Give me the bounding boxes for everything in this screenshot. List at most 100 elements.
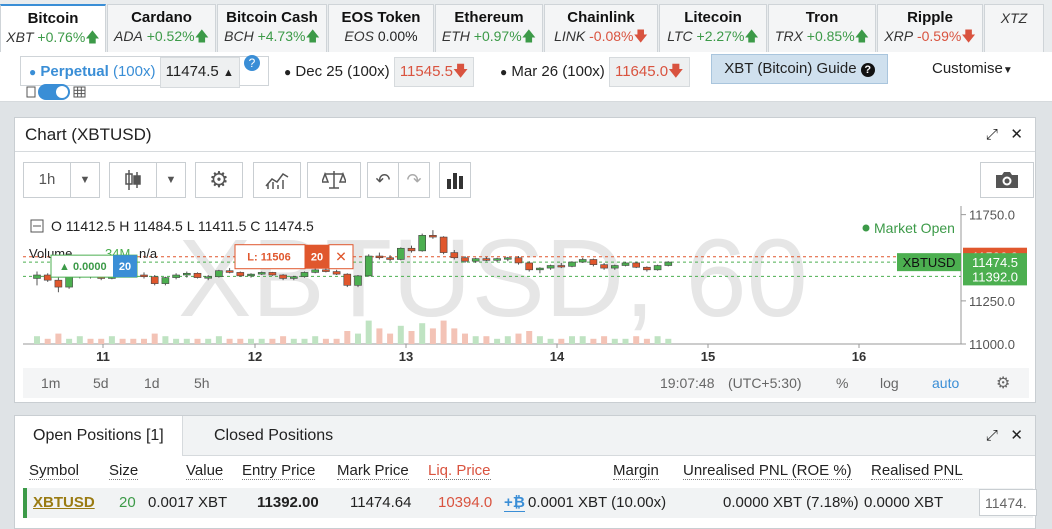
undo-icon[interactable]: ↶ [367, 162, 399, 198]
candle [375, 255, 384, 259]
ticker-change: +4.73% [257, 28, 306, 44]
col-unrealised-pnl[interactable]: Unrealised PNL (ROE %) [683, 462, 852, 480]
scale-percent[interactable]: % [836, 375, 848, 391]
range-1m[interactable]: 1m [41, 375, 60, 391]
col-mark-price[interactable]: Mark Price [337, 462, 409, 480]
candlestick-chart[interactable]: XBTUSD, 60 11000.0 11250.0 11750.0 11 12 13 14 1… [23, 206, 1029, 366]
volume-bar [429, 328, 436, 344]
row-symbol[interactable]: XBTUSD [33, 494, 95, 511]
indicators-icon[interactable] [253, 162, 301, 198]
col-value[interactable]: Value [186, 462, 224, 480]
redo-icon[interactable]: ↷ [398, 162, 430, 198]
volume-bar [119, 338, 126, 344]
col-liq-price[interactable]: Liq. Price [428, 462, 491, 480]
ticker-name: Litecoin [684, 9, 742, 26]
candle [33, 274, 41, 279]
guide-label: XBT (Bitcoin) Guide [724, 60, 857, 77]
range-5d[interactable]: 5d [93, 375, 109, 391]
contract-dec[interactable]: ● Dec 25 (100x) 11545.5🡇 [284, 57, 475, 87]
close-price-input[interactable] [979, 489, 1037, 516]
add-margin-icon[interactable]: +₿ [504, 494, 525, 512]
scale-log[interactable]: log [880, 375, 899, 391]
candle [525, 262, 534, 271]
ticker-stats: EOS 0.00% [329, 27, 433, 45]
tab-open-positions[interactable]: Open Positions [1] [15, 416, 183, 456]
help-icon[interactable]: ? [244, 55, 260, 71]
guide-button[interactable]: XBT (Bitcoin) Guide ? [711, 54, 888, 84]
col-size[interactable]: Size [109, 462, 139, 480]
col-realised-pnl[interactable]: Realised PNL [871, 462, 963, 480]
ticker-symbol: TRX [774, 28, 803, 44]
ticker-tab[interactable]: Bitcoin Cash BCH +4.73%🡅 [217, 4, 327, 52]
volume-bar [504, 336, 511, 344]
ticker-name: Chainlink [567, 9, 635, 26]
customise-dropdown[interactable]: Customise▼ [932, 60, 1013, 77]
scale-auto[interactable]: auto [932, 375, 959, 391]
clock-timezone[interactable]: (UTC+5:30) [728, 375, 802, 391]
ticker-tab[interactable]: XTZ [984, 4, 1044, 52]
volume-na: n/a [139, 246, 158, 261]
tab-closed-positions[interactable]: Closed Positions [196, 416, 351, 456]
ticker-stats: XTZ [985, 9, 1043, 27]
compare-scale-icon[interactable] [307, 162, 361, 198]
ticker-tab[interactable]: Ripple XRP -0.59%🡇 [877, 4, 983, 52]
range-5h[interactable]: 5h [194, 375, 210, 391]
range-1d[interactable]: 1d [144, 375, 160, 391]
candle [557, 265, 566, 268]
settings-gear-icon[interactable]: ⚙ [195, 162, 243, 198]
expand-icon[interactable]: ⤢ [986, 427, 998, 444]
contract-mar[interactable]: ● Mar 26 (100x) 11645.0🡇 [500, 57, 690, 87]
candle [257, 272, 266, 275]
ticker-name: Bitcoin Cash [226, 9, 318, 26]
volume-bar [643, 338, 650, 344]
ticker-tab[interactable]: EOS Token EOS 0.00% [328, 4, 434, 52]
candle [268, 272, 277, 276]
volume-bars-icon[interactable] [439, 162, 471, 198]
ticker-tabs: Bitcoin XBT +0.76%🡅 Cardano ADA +0.52%🡅 Bitc… [0, 0, 1052, 52]
close-icon[interactable]: ✕ [1010, 427, 1023, 444]
candle [568, 261, 576, 267]
volume-bar [173, 338, 180, 344]
ticker-arrow-icon: 🡇 [961, 28, 976, 44]
chart-toolbar: 1h ▼ ▼ ⚙ ↶ ↷ [23, 162, 1034, 198]
ticker-tab[interactable]: Litecoin LTC +2.27%🡅 [659, 4, 767, 52]
volume-bar [665, 338, 672, 344]
contract-perpetual[interactable]: ● Perpetual (100x) 11474.5 ▲ ? [20, 55, 269, 88]
question-icon: ? [860, 63, 875, 77]
interval-select[interactable]: 1h [23, 162, 71, 198]
ticker-stats: LINK -0.08%🡇 [545, 27, 657, 45]
row-realised-pnl: 0.0000 XBT [864, 494, 944, 511]
candle [311, 269, 320, 273]
col-entry-price[interactable]: Entry Price [242, 462, 316, 480]
interval-caret-icon[interactable]: ▼ [70, 162, 100, 198]
ticker-tab[interactable]: Cardano ADA +0.52%🡅 [107, 4, 216, 52]
volume-bar [194, 338, 201, 344]
ticker-tab[interactable]: Chainlink LINK -0.08%🡇 [544, 4, 658, 52]
ticker-tab[interactable]: Ethereum ETH +0.97%🡅 [435, 4, 543, 52]
ticker-tab[interactable]: Bitcoin XBT +0.76%🡅 [0, 4, 106, 52]
volume-bar [130, 338, 137, 344]
close-icon[interactable]: ✕ [1010, 126, 1023, 143]
candle [161, 277, 170, 284]
market-status-dot [862, 224, 870, 232]
volume-bar [547, 338, 554, 344]
candle [482, 258, 491, 261]
candle-caret-icon[interactable]: ▼ [156, 162, 186, 198]
chart-settings-icon[interactable]: ⚙ [996, 373, 1010, 393]
volume-bar [108, 336, 115, 344]
expand-icon[interactable]: ⤢ [986, 126, 998, 143]
layout-toggle[interactable] [26, 84, 88, 100]
candle [332, 271, 341, 275]
price-chart[interactable]: XBTUSD, 60 11000.0 11250.0 11750.0 11 12 13 14 1… [23, 206, 1029, 366]
col-symbol[interactable]: Symbol [29, 462, 80, 480]
ticker-symbol: XBT [6, 29, 34, 45]
candle [429, 235, 437, 238]
ticker-tab[interactable]: Tron TRX +0.85%🡅 [768, 4, 876, 52]
col-margin[interactable]: Margin [613, 462, 659, 480]
candle [322, 269, 330, 272]
candle [140, 274, 148, 278]
candle-type-icon[interactable] [109, 162, 157, 198]
candle [215, 270, 223, 278]
camera-icon[interactable] [980, 162, 1034, 198]
candle [632, 262, 641, 268]
